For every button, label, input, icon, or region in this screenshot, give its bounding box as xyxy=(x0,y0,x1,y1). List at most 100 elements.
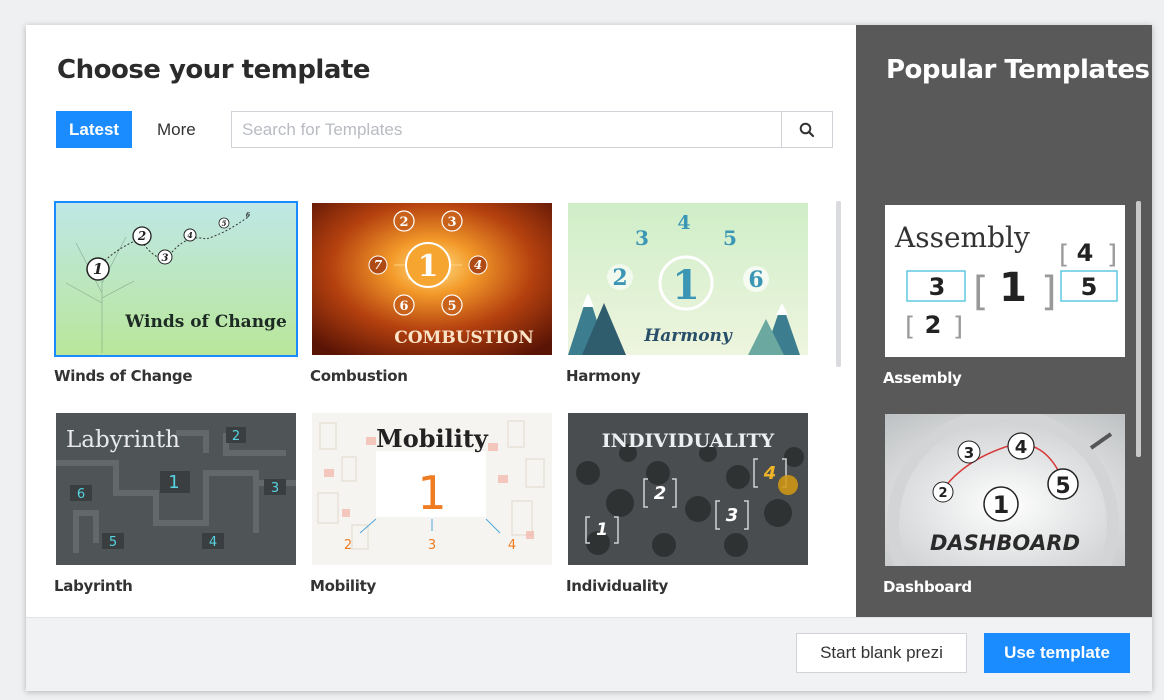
thumb-number: 2 xyxy=(137,229,146,243)
thumb-number: 1 xyxy=(596,520,608,540)
dialog-title: Choose your template xyxy=(57,55,370,85)
thumb-number: 3 xyxy=(447,215,456,230)
thumb-number: 2 xyxy=(232,429,240,444)
thumb-number: 2 xyxy=(654,483,667,504)
thumb-number: 5 xyxy=(1055,474,1070,499)
thumb-number: 5 xyxy=(723,226,737,250)
thumb-number: 5 xyxy=(447,299,456,314)
template-name: Assembly xyxy=(883,369,962,387)
template-list-scrollbar[interactable] xyxy=(836,201,841,367)
thumb-number: 4 xyxy=(677,212,690,234)
thumb-number: 1 xyxy=(999,265,1027,311)
template-card-mobility[interactable]: Mobility 1 2 3 4 Mobility xyxy=(310,411,554,595)
search-box xyxy=(231,111,833,148)
thumb-title: Assembly xyxy=(894,221,1030,254)
popular-list-scrollbar[interactable] xyxy=(1136,201,1141,457)
template-name: Mobility xyxy=(310,577,376,595)
tab-more[interactable]: More xyxy=(144,111,209,148)
thumb-title: Harmony xyxy=(643,326,733,346)
thumb-number: 2 xyxy=(399,215,408,230)
thumb-title: Mobility xyxy=(376,424,489,453)
dashboard-thumbnail: 1 2 3 4 5 DASHBOARD xyxy=(885,414,1125,566)
combustion-thumbnail: 1 2 3 4 5 6 7 COMBUSTION xyxy=(312,203,552,355)
individuality-thumbnail: INDIVIDUALITY 1 2 3 4 xyxy=(568,413,808,565)
thumb-number: 5 xyxy=(109,535,117,550)
search-button[interactable] xyxy=(781,112,832,147)
harmony-thumbnail: 1 2 3 4 5 6 Harmony xyxy=(568,203,808,355)
thumb-number: 1 xyxy=(93,260,103,278)
thumb-number: 4 xyxy=(763,463,777,484)
svg-text:[: [ xyxy=(1059,240,1069,270)
thumbnail-labyrinth: 1 2 3 4 5 6 Labyrinth xyxy=(54,411,298,567)
thumb-number: 6 xyxy=(77,487,85,502)
search-icon xyxy=(799,122,815,137)
thumbnail-combustion: 1 2 3 4 5 6 7 COMBUSTION xyxy=(310,201,554,357)
thumb-title: Winds of Change xyxy=(124,312,287,332)
template-name: Combustion xyxy=(310,367,408,385)
template-card-harmony[interactable]: 1 2 3 4 5 6 Harmony Harmony xyxy=(566,201,810,385)
thumb-number: 1 xyxy=(168,472,179,493)
thumbnail-assembly: Assembly 3 1 5 4 2 [] [][] xyxy=(883,203,1127,359)
thumbnail-winds-of-change: 1 2 3 4 5 6 Winds of Change xyxy=(54,201,298,357)
thumbnail-individuality: INDIVIDUALITY 1 2 3 4 xyxy=(566,411,810,567)
thumb-number: 6 xyxy=(748,267,763,293)
template-browser: Choose your template Latest More Search … xyxy=(26,25,856,617)
popular-templates-title: Popular Templates xyxy=(886,55,1150,85)
thumbnail-harmony: 1 2 3 4 5 6 Harmony xyxy=(566,201,810,357)
thumb-number: 4 xyxy=(474,258,482,272)
thumb-number: 7 xyxy=(374,258,383,272)
thumb-title: DASHBOARD xyxy=(930,531,1080,555)
template-name: Individuality xyxy=(566,577,668,595)
template-card-dashboard[interactable]: 1 2 3 4 5 DASHBOARD Dashboard xyxy=(883,412,1127,596)
template-card-assembly[interactable]: Assembly 3 1 5 4 2 [] [][] Assembly xyxy=(883,203,1127,387)
template-card-combustion[interactable]: 1 2 3 4 5 6 7 COMBUSTION Combustion xyxy=(310,201,554,385)
use-template-button[interactable]: Use template xyxy=(984,633,1130,673)
thumb-number: 2 xyxy=(344,538,352,553)
thumbnail-dashboard: 1 2 3 4 5 DASHBOARD xyxy=(883,412,1127,568)
thumb-number: 4 xyxy=(209,535,217,550)
thumb-number: 4 xyxy=(1015,437,1028,458)
thumb-number: 2 xyxy=(612,265,627,291)
thumb-number: 3 xyxy=(929,273,946,301)
thumb-number: 1 xyxy=(993,491,1010,519)
thumb-number: 2 xyxy=(938,486,947,501)
svg-text:]: ] xyxy=(953,312,963,342)
thumb-number: 5 xyxy=(1081,273,1098,301)
thumb-number: 3 xyxy=(162,253,169,264)
search-input[interactable] xyxy=(232,112,784,147)
labyrinth-thumbnail: 1 2 3 4 5 6 Labyrinth xyxy=(56,413,296,565)
thumb-number: 3 xyxy=(964,444,974,462)
thumb-number: 4 xyxy=(1077,239,1094,267)
template-card-winds-of-change[interactable]: 1 2 3 4 5 6 Winds of Change Winds of Cha… xyxy=(54,201,298,385)
template-card-individuality[interactable]: INDIVIDUALITY 1 2 3 4 Individuality xyxy=(566,411,810,595)
thumb-title: COMBUSTION xyxy=(394,328,534,348)
template-name: Dashboard xyxy=(883,578,972,596)
winds-of-change-thumbnail: 1 2 3 4 5 6 Winds of Change xyxy=(56,203,296,355)
svg-text:[: [ xyxy=(973,269,989,315)
thumb-number: 1 xyxy=(672,262,700,309)
thumb-number: 2 xyxy=(925,311,942,339)
template-card-labyrinth[interactable]: 1 2 3 4 5 6 Labyrinth Labyrinth xyxy=(54,411,298,595)
thumb-number: 1 xyxy=(417,466,446,520)
svg-text:]: ] xyxy=(1041,269,1057,315)
thumb-number: 1 xyxy=(418,249,439,284)
thumb-title: Labyrinth xyxy=(66,427,180,453)
template-dialog: Choose your template Latest More Search … xyxy=(26,25,1152,691)
thumb-number: 4 xyxy=(508,538,516,553)
thumb-number: 4 xyxy=(187,230,193,240)
thumb-title: INDIVIDUALITY xyxy=(602,430,775,452)
mobility-thumbnail: Mobility 1 2 3 4 xyxy=(312,413,552,565)
template-name: Labyrinth xyxy=(54,577,133,595)
thumb-number: 3 xyxy=(635,226,649,250)
svg-text:]: ] xyxy=(1107,240,1117,270)
start-blank-prezi-button[interactable]: Start blank prezi xyxy=(796,633,967,673)
popular-templates-panel: Popular Templates Assembly 3 1 5 4 2 []… xyxy=(856,25,1152,617)
thumbnail-mobility: Mobility 1 2 3 4 xyxy=(310,411,554,567)
thumb-number: 3 xyxy=(271,481,279,496)
thumb-number: 3 xyxy=(726,505,739,526)
tab-latest[interactable]: Latest xyxy=(56,111,133,148)
thumb-number: 6 xyxy=(399,299,408,314)
template-name: Winds of Change xyxy=(54,367,193,385)
thumb-number: 3 xyxy=(428,538,436,553)
thumb-number: 5 xyxy=(222,219,227,228)
